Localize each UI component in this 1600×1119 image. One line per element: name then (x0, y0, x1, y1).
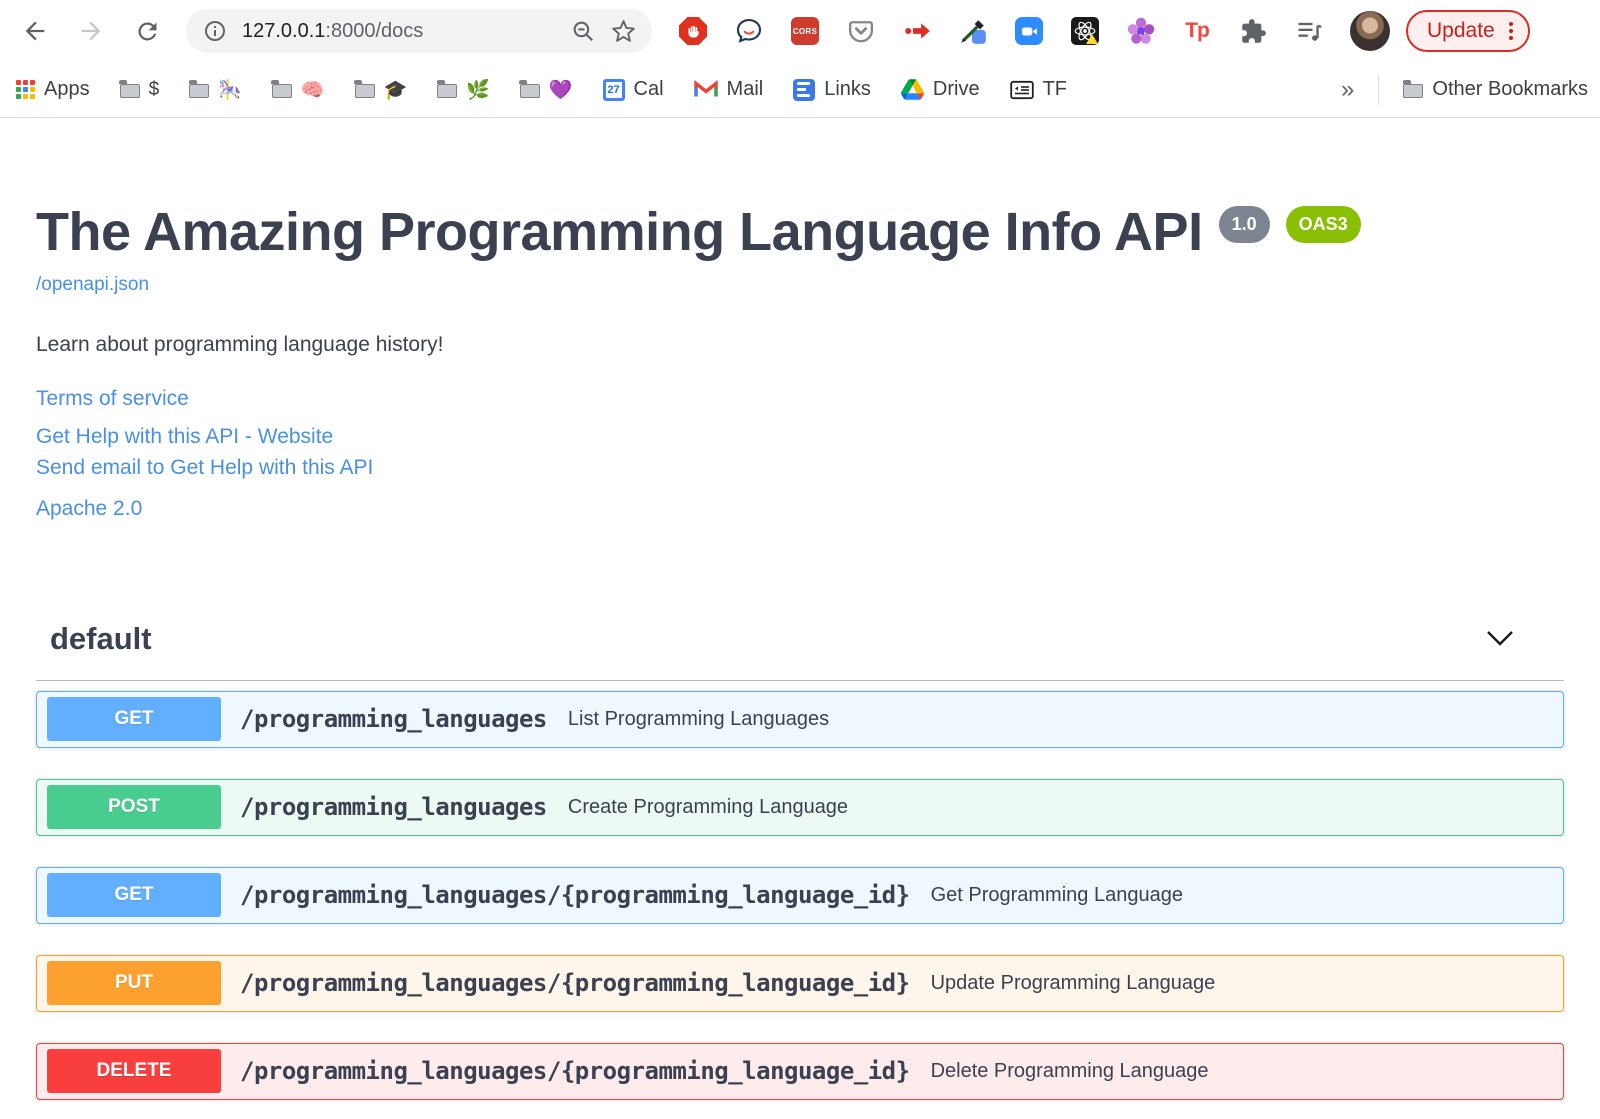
api-title-row: The Amazing Programming Language Info AP… (36, 204, 1564, 261)
endpoint-summary: Delete Programming Language (930, 1059, 1209, 1082)
endpoint-row-delete[interactable]: DELETE /programming_languages/{programmi… (36, 1042, 1564, 1100)
endpoint-summary: Update Programming Language (930, 971, 1216, 994)
back-button[interactable] (18, 14, 52, 48)
other-bookmarks[interactable]: Other Bookmarks (1402, 78, 1588, 101)
method-badge: POST (47, 785, 221, 830)
bookmark-folder-carousel[interactable]: 🎠 (188, 78, 242, 102)
profile-avatar[interactable] (1350, 11, 1390, 51)
help-email-link[interactable]: Send email to Get Help with this API (36, 456, 373, 480)
bookmark-calendar[interactable]: 27 Cal (602, 78, 664, 101)
folder-icon (119, 80, 140, 98)
license-link[interactable]: Apache 2.0 (36, 497, 142, 521)
endpoint-row-get-one[interactable]: GET /programming_languages/{programming_… (36, 866, 1564, 924)
bookmark-mail[interactable]: Mail (693, 78, 763, 101)
endpoint-row-post-create[interactable]: POST /programming_languages Create Progr… (36, 778, 1564, 836)
bookmarks-bar: Apps $ 🎠 🧠 🎓 🌿 💜 27 Cal Mail Links Drive… (0, 62, 1600, 118)
google-calendar-icon: 27 (602, 78, 625, 101)
apps-grid-icon (16, 80, 35, 99)
bookmark-folder-brain[interactable]: 🧠 (271, 78, 325, 102)
api-description: Learn about programming language history… (36, 332, 444, 356)
folder-icon (519, 80, 540, 98)
folder-icon (354, 80, 375, 98)
cors-extension-icon[interactable]: CORS (790, 16, 820, 46)
warning-triangle-icon (1086, 34, 1098, 44)
red-arrow-extension-icon[interactable] (902, 16, 932, 46)
bookmark-star-icon[interactable] (610, 18, 636, 44)
pocket-icon[interactable] (846, 16, 876, 46)
version-badge: 1.0 (1218, 206, 1270, 243)
update-label: Update (1427, 19, 1495, 42)
endpoint-path: /programming_languages/{programming_lang… (240, 1057, 910, 1086)
reload-button[interactable] (130, 14, 164, 48)
endpoint-path: /programming_languages/{programming_lang… (240, 969, 910, 998)
forward-button[interactable] (74, 14, 108, 48)
tp-extension-icon[interactable]: Tp (1182, 16, 1212, 46)
bookmark-drive[interactable]: Drive (900, 78, 980, 101)
section-header-default[interactable]: default (36, 621, 1564, 681)
adblock-icon[interactable] (678, 16, 708, 46)
swagger-page: The Amazing Programming Language Info AP… (0, 204, 1600, 1100)
endpoint-row-put-update[interactable]: PUT /programming_languages/{programming_… (36, 954, 1564, 1012)
bookmarks-separator (1378, 74, 1380, 105)
reload-icon (137, 21, 156, 40)
forward-arrow-icon (81, 21, 101, 41)
endpoint-summary: Get Programming Language (930, 883, 1183, 906)
method-badge: GET (47, 697, 221, 742)
bookmarks-overflow-chevron[interactable]: » (1341, 76, 1354, 104)
endpoint-path: /programming_languages/{programming_lang… (240, 881, 910, 910)
zoom-video-icon[interactable] (1014, 16, 1044, 46)
oas3-badge: OAS3 (1285, 206, 1361, 243)
update-button[interactable]: Update (1406, 10, 1530, 52)
folder-icon (1402, 80, 1424, 98)
folder-icon (436, 80, 458, 98)
chevron-down-icon[interactable] (1486, 630, 1514, 647)
back-arrow-icon (25, 21, 45, 41)
bookmark-folder-graduation[interactable]: 🎓 (354, 78, 407, 102)
zoom-out-icon[interactable] (570, 18, 596, 44)
bookmark-tf[interactable]: TF (1009, 78, 1067, 101)
openapi-spec-link[interactable]: /openapi.json (36, 274, 149, 296)
bookmark-links[interactable]: Links (793, 78, 871, 101)
tf-card-icon (1009, 80, 1034, 99)
method-badge: GET (47, 873, 221, 918)
endpoint-list: GET /programming_languages List Programm… (36, 690, 1564, 1100)
extensions-puzzle-icon[interactable] (1238, 16, 1268, 46)
endpoint-row-get-list[interactable]: GET /programming_languages List Programm… (36, 690, 1564, 748)
url-text: 127.0.0.1:8000/docs (242, 19, 424, 42)
links-doc-icon (793, 78, 816, 101)
bookmark-apps[interactable]: Apps (16, 78, 90, 101)
page-info-icon[interactable] (202, 18, 228, 44)
address-bar[interactable]: 127.0.0.1:8000/docs (186, 9, 652, 53)
browser-toolbar: 127.0.0.1:8000/docs CORS Tp Update (0, 0, 1600, 62)
method-badge: DELETE (47, 1049, 221, 1094)
help-website-link[interactable]: Get Help with this API - Website (36, 425, 333, 449)
section-title: default (50, 620, 152, 656)
terms-of-service-link[interactable]: Terms of service (36, 387, 189, 411)
endpoint-path: /programming_languages (240, 705, 547, 734)
endpoint-path: /programming_languages (240, 793, 547, 822)
google-drive-icon (900, 79, 924, 100)
color-picker-icon[interactable] (958, 16, 988, 46)
react-devtools-icon[interactable] (1070, 16, 1100, 46)
folder-icon (271, 80, 292, 98)
bookmark-folder-dollar[interactable]: $ (119, 79, 159, 101)
endpoint-summary: Create Programming Language (567, 795, 849, 818)
endpoint-summary: List Programming Languages (567, 707, 830, 730)
gmail-icon (693, 80, 718, 97)
media-playlist-icon[interactable] (1294, 16, 1324, 46)
browser-menu-kebab-icon[interactable] (1508, 22, 1513, 40)
chat-bubble-icon[interactable] (734, 16, 764, 46)
page-title: The Amazing Programming Language Info AP… (36, 202, 1203, 262)
extensions-row: CORS Tp (678, 16, 1324, 46)
bookmark-folder-herb[interactable]: 🌿 (436, 78, 490, 102)
pinwheel-extension-icon[interactable] (1126, 16, 1156, 46)
bookmark-folder-heart[interactable]: 💜 (519, 78, 573, 102)
folder-icon (188, 80, 210, 98)
method-badge: PUT (47, 961, 221, 1006)
